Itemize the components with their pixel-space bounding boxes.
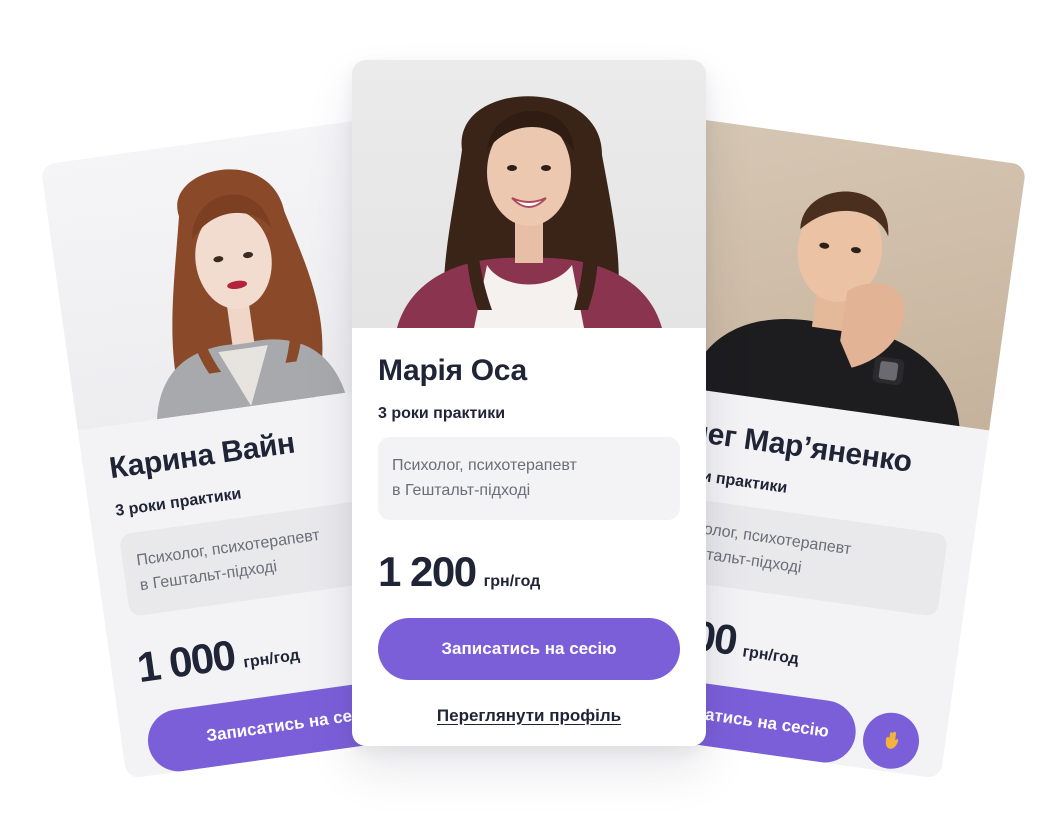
book-session-button[interactable]: Записатись на сесію <box>378 617 680 680</box>
specialization-box: Психолог, психотерапевт в Гештальт-підхо… <box>378 436 680 520</box>
price-value: 1 200 <box>378 547 477 595</box>
waving-hand-icon <box>885 731 899 749</box>
price-unit: грн/год <box>483 572 541 590</box>
portrait-image <box>397 96 662 328</box>
therapist-card-mariia: Марія Оса 3 роки практики Психолог, псих… <box>352 60 706 746</box>
price-row: 1 200 грн/год <box>378 548 680 596</box>
specialization-line: Психолог, психотерапевт <box>392 456 577 474</box>
therapist-name: Марія Оса <box>378 354 527 387</box>
price-value: 1 000 <box>134 630 238 691</box>
price-unit: грн/год <box>242 646 301 672</box>
actions-row: Записатись на сесію <box>378 617 680 680</box>
price-unit: грн/год <box>741 643 800 668</box>
therapist-photo <box>352 60 706 328</box>
waving-hand-button[interactable] <box>859 708 923 773</box>
specialization-line: в Гештальт-підході <box>392 482 531 500</box>
view-profile-link[interactable]: Переглянути профіль <box>378 706 680 726</box>
experience-text: 3 роки практики <box>378 404 506 422</box>
